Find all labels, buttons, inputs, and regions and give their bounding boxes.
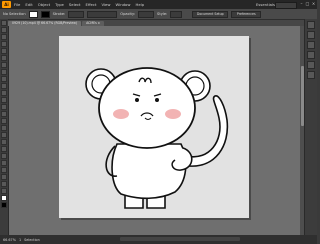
control-bar: No Selection Stroke: Opacity: Style: Doc… [0,9,317,20]
right-panel-dock [304,19,317,235]
head-shape [98,67,196,149]
selection-tool-icon[interactable] [1,20,7,26]
brush-tool-icon[interactable] [1,69,7,75]
gradient-tool-icon[interactable] [1,132,7,138]
close-icon[interactable]: × [311,1,316,7]
color-panel-icon[interactable] [307,21,315,29]
artboard[interactable] [59,36,249,218]
free-transform-icon[interactable] [1,111,7,117]
slice-tool-icon[interactable] [1,174,7,180]
shape-builder-icon[interactable] [1,118,7,124]
artboard-tool-icon[interactable] [1,167,7,173]
graphic-style-dropdown[interactable] [170,10,183,18]
menu-effect[interactable]: Effect [86,2,97,7]
stroke-weight-field[interactable] [68,10,85,18]
width-tool-icon[interactable] [1,104,7,110]
status-bar: 66.67% 1 Selection [0,235,317,244]
fill-color-icon[interactable] [1,195,7,201]
right-cheek-shape [165,109,181,119]
type-tool-icon[interactable] [1,48,7,54]
style-label: Style: [157,12,168,16]
fill-swatch[interactable] [28,10,38,18]
stroke-panel-icon[interactable] [307,61,315,69]
zoom-level[interactable]: 66.67% [3,238,16,242]
line-tool-icon[interactable] [1,55,7,61]
opacity-field[interactable] [138,10,155,18]
right-eye-shape [155,98,159,102]
eyedropper-icon[interactable] [1,139,7,145]
minimize-icon[interactable]: – [299,1,304,7]
stroke-swatch[interactable] [40,10,50,18]
graph-tool-icon[interactable] [1,160,7,166]
direct-selection-icon[interactable] [1,27,7,33]
zoom-tool-icon[interactable] [1,188,7,194]
eraser-tool-icon[interactable] [1,83,7,89]
hand-tool-icon[interactable] [1,181,7,187]
mesh-tool-icon[interactable] [1,125,7,131]
layers-panel-icon[interactable] [307,71,315,79]
title-bar: Ai File Edit Object Type Select Effect V… [0,0,317,9]
app-logo: Ai [2,1,11,8]
menu-window[interactable]: Window [116,2,131,7]
preferences-button[interactable]: Preferences [231,10,262,18]
selection-status: No Selection [3,12,26,16]
blend-tool-icon[interactable] [1,146,7,152]
maximize-icon[interactable]: □ [305,1,310,7]
menu-file[interactable]: File [14,2,20,7]
canvas-area[interactable] [9,26,305,235]
brushes-panel-icon[interactable] [307,41,315,49]
stroke-color-icon[interactable] [1,202,7,208]
rectangle-tool-icon[interactable] [1,62,7,68]
workspace-switcher[interactable]: Essentials [256,2,275,7]
left-eye-shape [135,98,139,102]
menu-type[interactable]: Type [55,2,64,7]
menu-object[interactable]: Object [38,2,50,7]
left-cheek-shape [113,109,129,119]
document-setup-button[interactable]: Document Setup [192,10,229,18]
window-controls: – □ × [298,1,316,7]
menu-edit[interactable]: Edit [25,2,32,7]
opacity-label: Opacity: [120,12,136,16]
artboard-number[interactable]: 1 [19,238,21,242]
menu-view[interactable]: View [101,2,110,7]
rotate-tool-icon[interactable] [1,90,7,96]
help-search-input[interactable] [275,2,297,9]
menu-help[interactable]: Help [135,2,144,7]
magic-wand-icon[interactable] [1,34,7,40]
pen-tool-icon[interactable] [1,41,7,47]
illustrator-window: Ai File Edit Object Type Select Effect V… [0,0,317,244]
body-shape [111,143,187,200]
symbols-panel-icon[interactable] [307,51,315,59]
status-info[interactable]: Selection [24,238,40,242]
tools-panel [0,19,9,235]
menu-select[interactable]: Select [69,2,81,7]
horizontal-scrollbar[interactable] [120,237,240,241]
scale-tool-icon[interactable] [1,97,7,103]
brush-definition-dropdown[interactable] [87,10,118,18]
menu-bar: File Edit Object Type Select Effect View… [14,2,149,7]
symbol-sprayer-icon[interactable] [1,153,7,159]
stroke-label: Stroke: [52,12,66,16]
monkey-illustration[interactable] [59,36,249,218]
swatches-panel-icon[interactable] [307,31,315,39]
pencil-tool-icon[interactable] [1,76,7,82]
